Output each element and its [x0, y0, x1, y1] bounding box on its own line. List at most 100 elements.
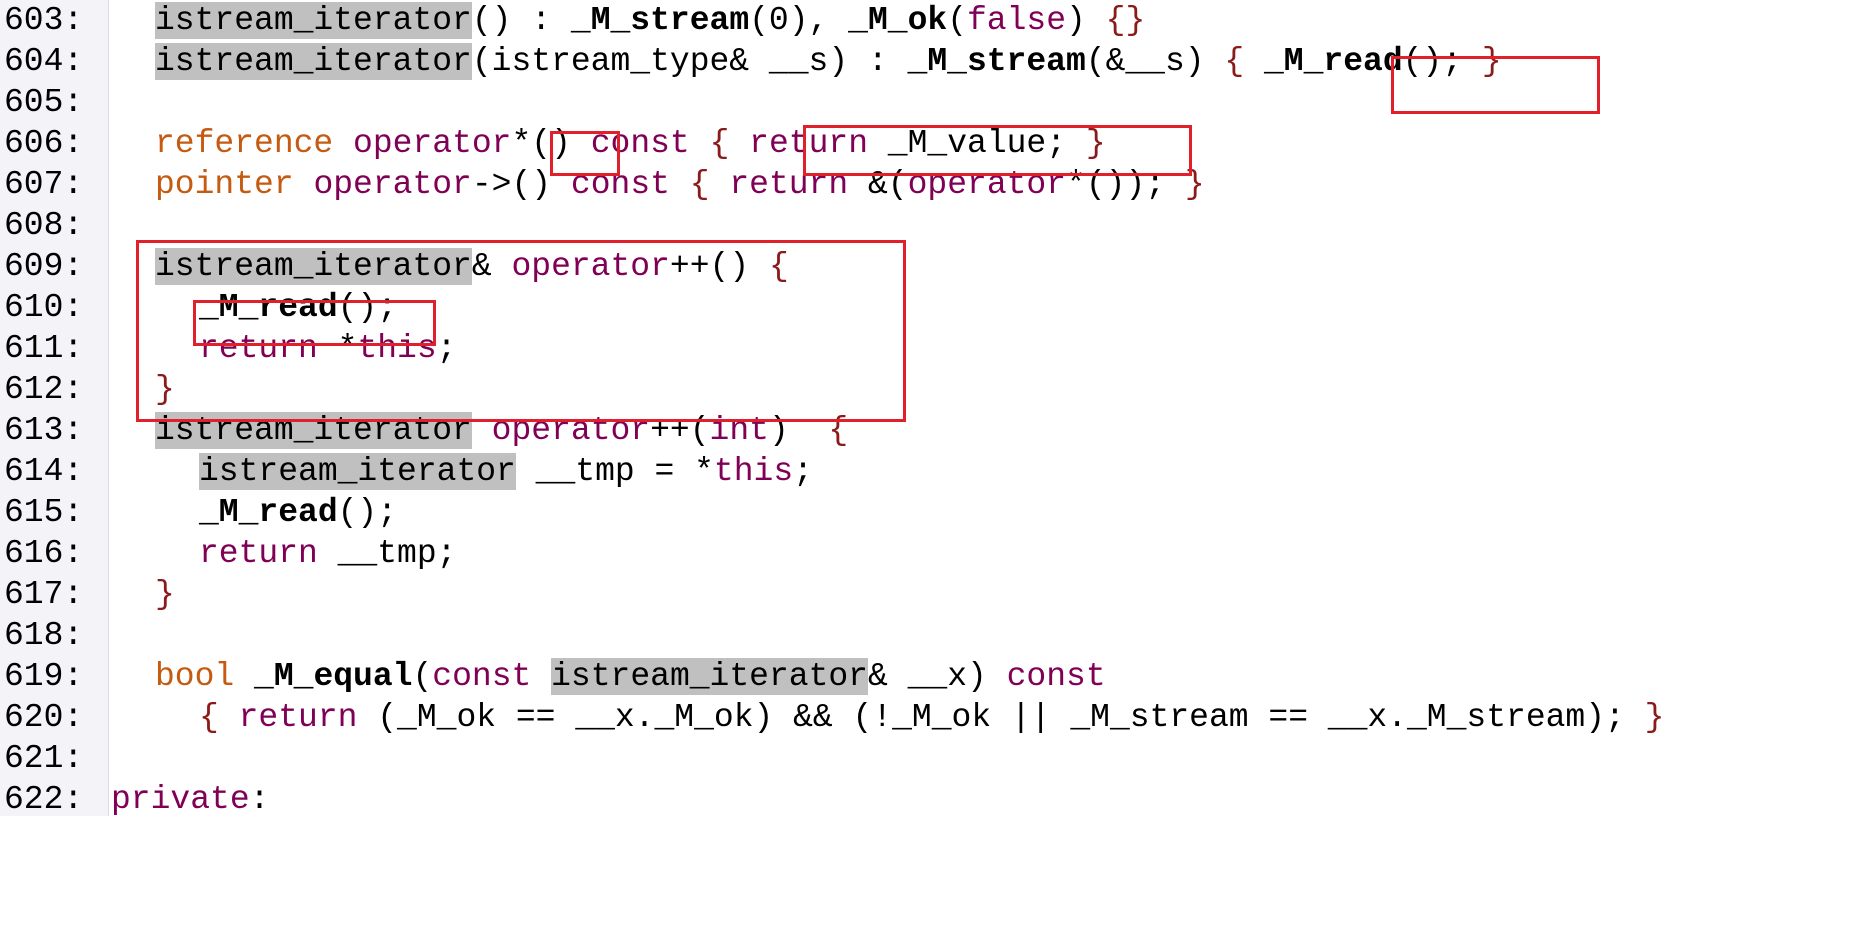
code-text: ;: [436, 330, 457, 367]
code-line-615: 615: _M_read();: [0, 492, 1853, 533]
code-text: ): [768, 412, 829, 449]
member-name: _M_read: [199, 289, 338, 326]
code-text: *());: [1066, 166, 1185, 203]
line-number: 617:: [4, 576, 84, 613]
code-line-619: 619: bool _M_equal(const istream_iterato…: [0, 656, 1853, 697]
code-editor[interactable]: 603: istream_iterator() : _M_stream(0), …: [0, 0, 1853, 820]
code-line-605: 605:: [0, 82, 1853, 123]
line-source: { return (_M_ok == __x._M_ok) && (!_M_ok…: [199, 697, 1664, 738]
line-number: 610:: [4, 289, 84, 326]
line-number: 622:: [4, 781, 84, 818]
line-number: 607:: [4, 166, 84, 203]
brace: }: [1481, 43, 1502, 80]
type-name: istream_iterator: [155, 2, 472, 39]
code-text: &(: [848, 166, 908, 203]
code-text: ();: [337, 289, 398, 326]
keyword: return: [749, 125, 868, 162]
brace: }: [1184, 166, 1205, 203]
type-name: istream_iterator: [551, 658, 868, 695]
keyword: const: [432, 658, 532, 695]
line-number: 616:: [4, 535, 84, 572]
type-name: istream_iterator: [155, 43, 472, 80]
brace: }: [155, 371, 175, 408]
type-keyword: reference: [155, 125, 334, 162]
member-name: _M_read: [1264, 43, 1403, 80]
line-source: }: [155, 369, 175, 410]
keyword: return: [729, 166, 849, 203]
code-line-609: 609: istream_iterator& operator++() {: [0, 246, 1853, 287]
code-line-611: 611: return *this;: [0, 328, 1853, 369]
type-keyword: pointer: [155, 166, 294, 203]
code-text: ): [1066, 2, 1106, 39]
brace: }: [1085, 125, 1106, 162]
code-line-618: 618:: [0, 615, 1853, 656]
line-source: reference operator*() const { return _M_…: [155, 123, 1106, 164]
line-source: istream_iterator(istream_type& __s) : _M…: [155, 41, 1502, 82]
keyword: private: [111, 781, 250, 818]
code-text: ;: [793, 453, 813, 490]
code-line-612: 612: }: [0, 369, 1853, 410]
line-source: _M_read();: [199, 492, 397, 533]
brace: }: [1644, 699, 1665, 736]
code-text: ++(): [669, 248, 769, 285]
brace: {: [709, 125, 750, 162]
type-name: istream_iterator: [155, 248, 472, 285]
line-source: private:: [111, 779, 269, 820]
brace: }: [155, 576, 175, 613]
code-line-606: 606: reference operator*() const { retur…: [0, 123, 1853, 164]
keyword: operator: [511, 248, 670, 285]
code-text: (_M_ok == __x._M_ok) && (!_M_ok || _M_st…: [357, 699, 1645, 736]
member-name: _M_equal: [254, 658, 413, 695]
code-line-620: 620: { return (_M_ok == __x._M_ok) && (!…: [0, 697, 1853, 738]
code-text: (: [412, 658, 433, 695]
code-text: ();: [1402, 43, 1482, 80]
member-name: _M_stream: [907, 43, 1086, 80]
member-name: _M_stream: [570, 2, 750, 39]
line-number: 614:: [4, 453, 84, 490]
keyword: return: [238, 699, 358, 736]
keyword: operator: [907, 166, 1067, 203]
keyword: const: [590, 125, 690, 162]
code-line-622: 622: private:: [0, 779, 1853, 820]
line-number: 605:: [4, 84, 84, 121]
code-line-617: 617: }: [0, 574, 1853, 615]
keyword: operator: [353, 125, 512, 162]
line-source: istream_iterator& operator++() {: [155, 246, 789, 287]
line-number: 619:: [4, 658, 84, 695]
line-number: 621:: [4, 740, 84, 777]
line-number: 620:: [4, 699, 84, 736]
line-number: 612:: [4, 371, 84, 408]
code-line-607: 607: pointer operator->() const { return…: [0, 164, 1853, 205]
line-number: 604:: [4, 43, 84, 80]
line-source: return __tmp;: [199, 533, 456, 574]
line-source: bool _M_equal(const istream_iterator& __…: [155, 656, 1106, 697]
brace: {: [768, 248, 789, 285]
code-text: (istream_type& __s) :: [471, 43, 908, 80]
line-number: 611:: [4, 330, 84, 367]
line-number: 613:: [4, 412, 84, 449]
keyword: int: [709, 412, 769, 449]
code-line-621: 621:: [0, 738, 1853, 779]
code-line-614: 614: istream_iterator __tmp = *this;: [0, 451, 1853, 492]
brace: {}: [1105, 2, 1146, 39]
line-number: 615:: [4, 494, 84, 531]
code-text: _M_value;: [868, 125, 1086, 162]
line-number: 618:: [4, 617, 84, 654]
code-line-603: 603: istream_iterator() : _M_stream(0), …: [0, 0, 1853, 41]
code-line-613: 613: istream_iterator operator++(int) {: [0, 410, 1853, 451]
code-text: (: [947, 2, 967, 39]
keyword: return: [199, 535, 318, 572]
code-text: (&__s): [1085, 43, 1225, 80]
brace: {: [199, 699, 239, 736]
member-name: _M_ok: [848, 2, 948, 39]
keyword: operator: [491, 412, 651, 449]
line-source: istream_iterator __tmp = *this;: [199, 451, 813, 492]
code-text: *(): [511, 125, 571, 162]
line-source: istream_iterator operator++(int) {: [155, 410, 848, 451]
